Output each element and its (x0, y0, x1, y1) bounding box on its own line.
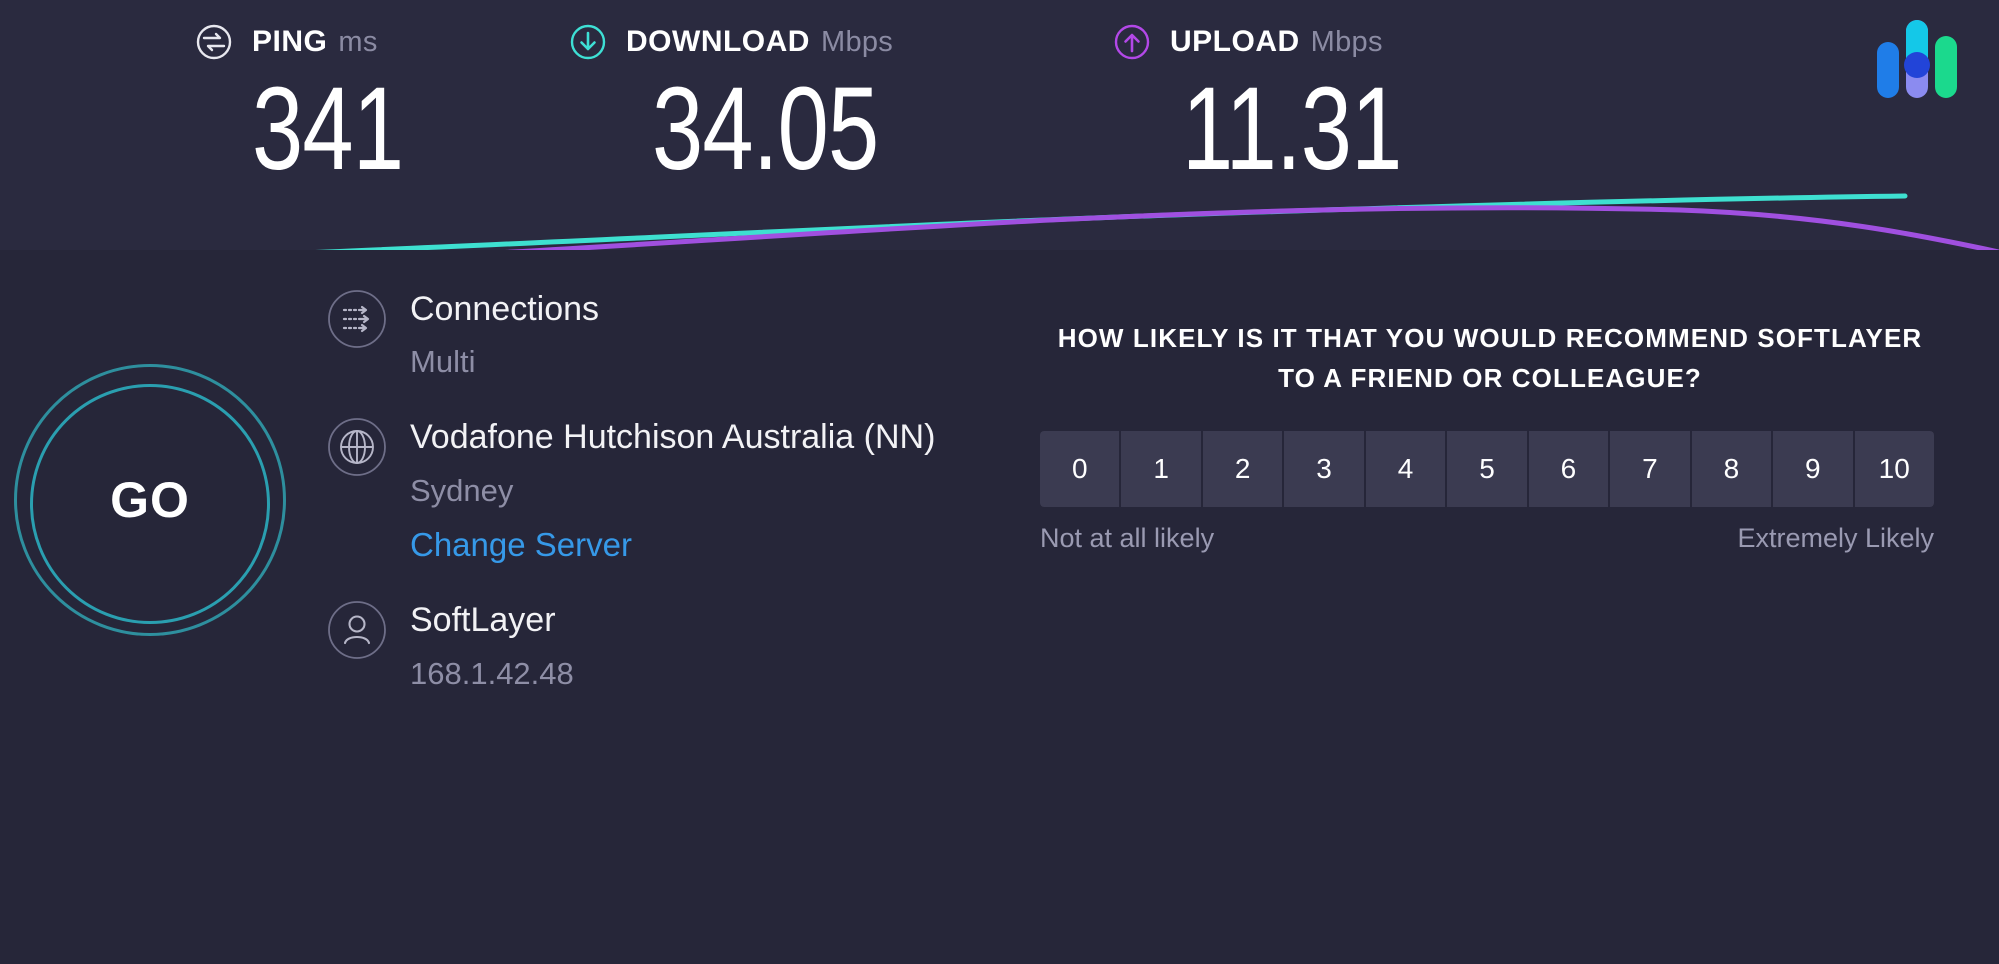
isp-body: Vodafone Hutchison Australia (NN) Sydney… (410, 408, 935, 569)
host-name: SoftLayer (410, 601, 556, 640)
ping-unit: ms (338, 26, 378, 58)
ping-label-group: PING ms (252, 25, 378, 59)
rating-cell-1[interactable]: 1 (1121, 430, 1203, 507)
metric-download: DOWNLOAD Mbps 34.05 (566, 0, 893, 250)
connections-row: Connections Multi (320, 280, 960, 386)
connections-title: Connections (410, 290, 600, 328)
change-server-link[interactable]: Change Server (410, 520, 632, 570)
metric-ping: PING ms 341 (196, 0, 404, 250)
nps-survey: How likely is it that you would recommen… (1040, 318, 1940, 554)
results-band: PING ms 341 DOWNLOAD Mbps 34.05 UPLOAD M… (0, 0, 1999, 250)
speedtest-logo (1877, 20, 1957, 98)
go-button-label[interactable]: GO (10, 360, 290, 640)
host-row: SoftLayer 168.1.42.48 (320, 591, 960, 697)
isp-name: Vodafone Hutchison Australia (NN) (410, 418, 936, 457)
ping-label: PING (252, 25, 328, 58)
rating-cell-8[interactable]: 8 (1691, 430, 1774, 507)
ping-header: PING ms (192, 0, 378, 66)
upload-arrow-icon (1114, 24, 1150, 60)
rating-cell-5[interactable]: 5 (1447, 430, 1529, 507)
upload-value: 11.31 (1182, 63, 1402, 195)
upload-value-wrap: 11.31 (1110, 66, 1402, 196)
connections-value: Multi (410, 344, 476, 380)
connections-icon (328, 290, 386, 348)
upload-label-group: UPLOAD Mbps (1170, 25, 1383, 59)
ping-value: 341 (252, 63, 404, 195)
scale-low-label: Not at all likely (1040, 522, 1215, 553)
speedtest-result-page: PING ms 341 DOWNLOAD Mbps 34.05 UPLOAD M… (0, 0, 1999, 964)
download-unit: Mbps (820, 26, 894, 58)
rating-cell-2[interactable]: 2 (1202, 430, 1285, 507)
scale-high-label: Extremely Likely (1737, 522, 1934, 553)
upload-header: UPLOAD Mbps (1110, 0, 1383, 66)
connection-info-list: Connections Multi Vodafone Hutchison Aus… (320, 280, 960, 720)
ping-value-wrap: 341 (238, 66, 404, 196)
survey-question: How likely is it that you would recommen… (1057, 323, 1923, 394)
ping-icon (196, 24, 232, 60)
rating-scale[interactable]: 0 1 2 3 4 5 6 7 8 9 10 (1040, 430, 1934, 507)
rating-cell-10[interactable]: 10 (1854, 430, 1934, 507)
download-value: 34.05 (652, 63, 879, 195)
upload-label: UPLOAD (1170, 25, 1300, 58)
download-value-wrap: 34.05 (566, 66, 893, 196)
rating-cell-6[interactable]: 6 (1528, 430, 1611, 507)
download-header: DOWNLOAD Mbps (566, 0, 893, 66)
download-label: DOWNLOAD (626, 25, 810, 58)
rating-cell-0[interactable]: 0 (1040, 430, 1122, 507)
isp-row: Vodafone Hutchison Australia (NN) Sydney… (320, 408, 960, 569)
rating-cell-7[interactable]: 7 (1610, 430, 1692, 507)
person-icon (328, 601, 386, 660)
isp-location: Sydney (410, 472, 514, 508)
scale-labels: Not at all likely Extremely Likely (1040, 523, 1934, 554)
download-label-group: DOWNLOAD Mbps (626, 25, 893, 59)
connections-body: Connections Multi (410, 280, 599, 386)
upload-unit: Mbps (1310, 26, 1383, 58)
download-arrow-icon (570, 24, 606, 60)
host-ip: 168.1.42.48 (410, 655, 574, 691)
globe-icon (328, 418, 386, 477)
metric-upload: UPLOAD Mbps 11.31 (1110, 0, 1402, 250)
rating-cell-3[interactable]: 3 (1284, 430, 1366, 507)
rating-cell-4[interactable]: 4 (1365, 430, 1448, 507)
rating-cell-9[interactable]: 9 (1773, 430, 1855, 507)
host-body: SoftLayer 168.1.42.48 (410, 591, 574, 697)
lower-panel: GO Connections Multi Vodafone Hutchison … (0, 250, 1999, 964)
go-button[interactable]: GO (10, 360, 290, 640)
